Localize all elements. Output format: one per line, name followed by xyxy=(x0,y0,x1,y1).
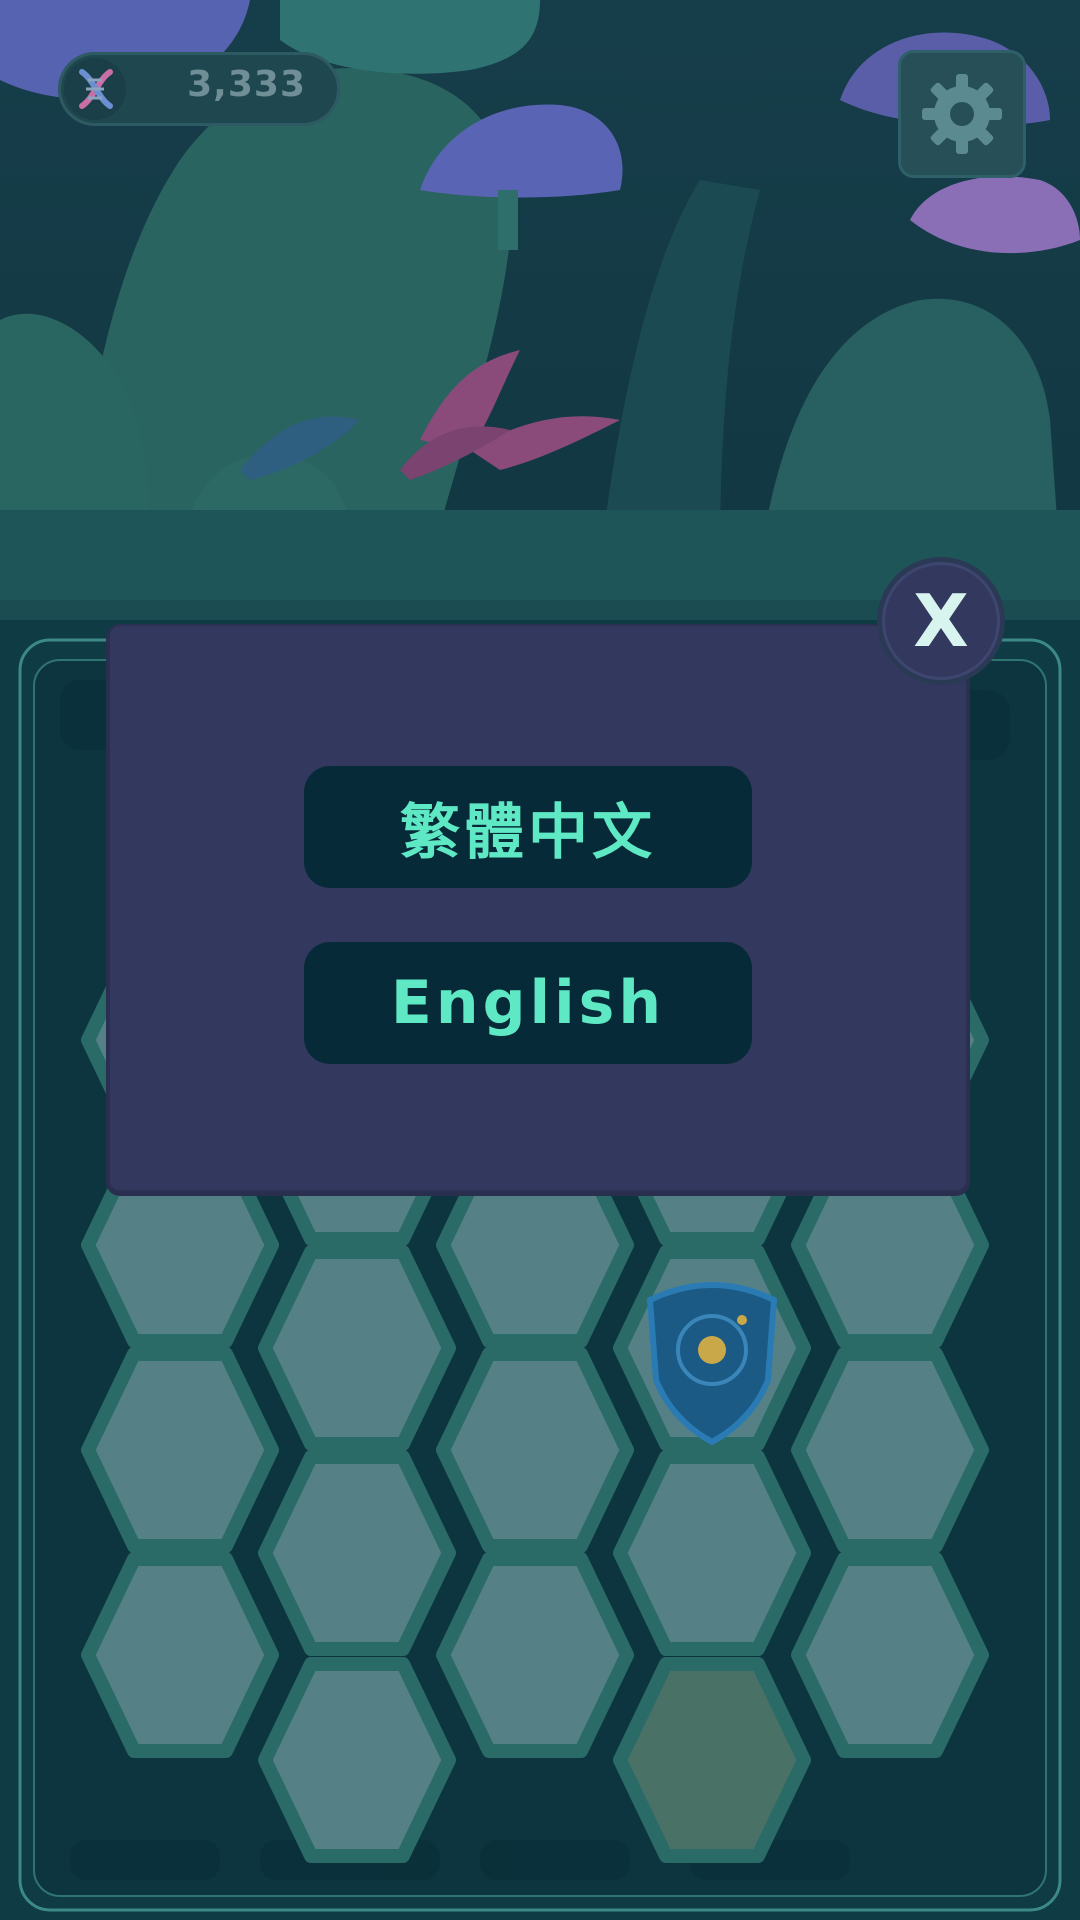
hex-tile[interactable] xyxy=(791,1552,989,1758)
currency-display: 3,333 xyxy=(58,52,340,126)
hex-tile[interactable] xyxy=(258,1245,456,1451)
gear-icon xyxy=(922,74,1002,154)
hex-tile[interactable] xyxy=(258,1450,456,1656)
hex-tile[interactable] xyxy=(436,1552,634,1758)
hex-tile[interactable] xyxy=(613,1657,811,1863)
hex-tile[interactable] xyxy=(791,1347,989,1553)
hex-tile[interactable] xyxy=(613,1450,811,1656)
settings-button[interactable] xyxy=(898,50,1026,178)
hex-tile[interactable] xyxy=(81,1347,279,1553)
currency-amount: 3,333 xyxy=(187,64,306,105)
hex-tile[interactable] xyxy=(258,1657,456,1863)
language-dialog xyxy=(108,624,968,1192)
dna-icon xyxy=(64,58,126,120)
language-option-traditional-chinese[interactable]: 繁體中文 xyxy=(304,766,752,888)
hex-tile[interactable] xyxy=(436,1347,634,1553)
hex-tile[interactable] xyxy=(81,1552,279,1758)
close-button[interactable]: X xyxy=(882,562,1000,680)
language-option-english[interactable]: English xyxy=(304,942,752,1064)
